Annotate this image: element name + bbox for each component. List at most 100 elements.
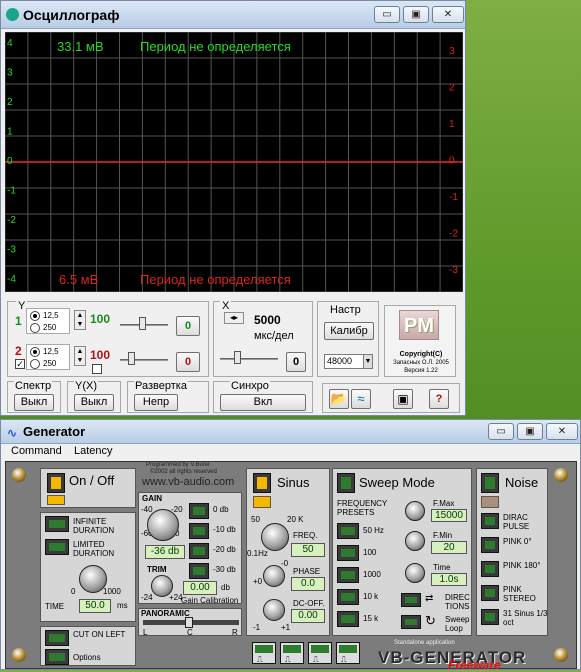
x-spinner[interactable]: ◂▸ [224,312,244,324]
ch1-radio-12-5[interactable] [30,311,40,321]
sync-button[interactable]: Вкл [220,394,306,411]
sample-rate-select[interactable]: 48000 [324,354,366,369]
gen-maximize-button[interactable]: ▣ [517,423,543,440]
gain-20db-button[interactable] [189,543,209,559]
panoramic-thumb[interactable] [185,617,193,628]
calibrate-button[interactable]: Калибр [324,322,374,340]
sinus-button[interactable] [253,473,271,493]
x-slider-thumb[interactable] [234,351,241,364]
sweep-mode-button[interactable] [337,473,355,493]
gain-0db-button[interactable] [189,503,209,519]
sweep-group: Развертка Непр [127,380,209,413]
save-icon[interactable]: ▣ [393,389,413,409]
freq-preset-label: 10 k [363,592,379,601]
yx-label: Y(X) [74,380,98,392]
sweep-time-knob[interactable] [405,563,425,583]
ch2-slider-thumb[interactable] [128,352,135,365]
gen-minimize-button[interactable]: ▭ [488,423,514,440]
phase-knob[interactable] [263,565,285,587]
oscilloscope-titlebar[interactable]: Осциллограф ▭ ▣ ✕ [1,1,465,29]
ch2-radio-250[interactable] [30,359,40,369]
noise-button[interactable] [481,473,499,493]
menu-latency[interactable]: Latency [74,445,113,457]
freq-preset-button[interactable] [337,611,359,627]
dc-off-knob[interactable] [263,599,285,621]
ch1-spinner[interactable]: ▲ ▼ [74,310,86,330]
close-button[interactable]: ✕ [432,6,464,23]
chevron-down-icon[interactable]: ▼ [363,354,373,369]
fmin-knob[interactable] [405,531,425,551]
fmax-knob[interactable] [405,501,425,521]
maximize-button[interactable]: ▣ [403,6,429,23]
gain-10db-button[interactable] [189,523,209,539]
spectrum-button[interactable]: Выкл [14,394,54,411]
on-off-button[interactable] [47,473,65,493]
fmin-label: F.Min [433,531,453,540]
time-max: 1000 [103,587,121,596]
waveform-shape-button[interactable]: ⎍ [336,642,360,664]
generator-titlebar[interactable]: ∿ Generator ▭ ▣ ✕ [1,420,580,444]
generator-window: ∿ Generator ▭ ▣ ✕ Command Latency On / O… [0,419,581,672]
x-zero-button[interactable]: 0 [286,352,306,372]
settings-label: Настр [330,304,361,316]
top-period: Период не определяется [140,39,291,54]
waveform-shape-button[interactable]: ⎍ [280,642,304,664]
fmin-value[interactable]: 20 [431,541,467,554]
menu-command[interactable]: Command [11,445,62,457]
options-button[interactable] [45,649,69,665]
freq-preset-button[interactable] [337,567,359,583]
ch2-spinner[interactable]: ▲ ▼ [74,346,86,366]
noise-option-button[interactable] [481,609,499,625]
gain-value[interactable]: -36 db [145,545,185,559]
noise-option-button[interactable] [481,537,499,553]
gain-knob[interactable] [147,509,179,541]
ch2-radio-12-5[interactable] [30,347,40,357]
infinite-duration-button[interactable] [45,516,69,532]
freq-presets-label: FREQUENCY PRESETS [337,499,388,517]
directions-button[interactable] [401,593,421,607]
ch2-invert-checkbox[interactable] [92,364,102,374]
freq-preset-button[interactable] [337,523,359,539]
trim-value[interactable]: 0.00 [183,581,217,595]
gain-30db-label: -30 db [213,565,236,574]
ch1-slider-thumb[interactable] [139,317,146,330]
freq-preset-button[interactable] [337,589,359,605]
sinus-panel: Sinus 50 20 K 0.1Hz FREQ. 50 PHASE 0.0 -… [246,468,330,636]
minimize-button[interactable]: ▭ [374,6,400,23]
cut-on-left-button[interactable] [45,630,69,646]
sweep-time-value[interactable]: 1.0s [431,573,467,586]
gain-panel: GAIN -40 -20 -60 0 -36 db 0 db -10 db -2… [138,492,242,605]
freq-value[interactable]: 50 [291,543,325,557]
yx-button[interactable]: Выкл [74,394,114,411]
noise-option-button[interactable] [481,561,499,577]
logo-panel: PM Copyright(C) Запасных О.Л. 2005 Верси… [384,305,456,377]
noise-option-button[interactable] [481,585,499,601]
ch1-zero-button[interactable]: 0 [176,316,200,336]
fmax-value[interactable]: 15000 [431,509,467,522]
help-button[interactable]: ? [429,389,449,409]
freq-mark-0-1hz: 0.1Hz [247,549,268,558]
sweep-button[interactable]: Непр [134,394,178,411]
limited-duration-button[interactable] [45,539,69,555]
time-label: TIME [45,602,65,611]
wave-icon[interactable]: ≈ [351,389,371,409]
time-value[interactable]: 50.0 [79,599,111,613]
noise-option-button[interactable] [481,513,499,529]
waveform-shape-button[interactable]: ⎍ [252,642,276,664]
freq-knob[interactable] [261,523,289,551]
ch1-radio-250[interactable] [30,323,40,333]
dc-off-value[interactable]: 0.00 [291,609,325,623]
bottom-period: Период не определяется [140,272,291,287]
waveform-shape-button[interactable]: ⎍ [308,642,332,664]
freq-preset-button[interactable] [337,545,359,561]
pan-right: R [232,628,238,637]
ch2-zero-button[interactable]: 0 [176,352,200,372]
gain-30db-button[interactable] [189,563,209,579]
website: www.vb-audio.com [142,476,235,488]
x-slider-track[interactable] [220,358,278,360]
sweep-loop-button[interactable] [401,615,421,629]
phase-value[interactable]: 0.0 [291,577,325,591]
open-folder-icon[interactable]: 📂 [329,389,349,409]
gen-close-button[interactable]: ✕ [546,423,578,440]
ch2-checkbox[interactable]: ✓ [15,359,25,369]
